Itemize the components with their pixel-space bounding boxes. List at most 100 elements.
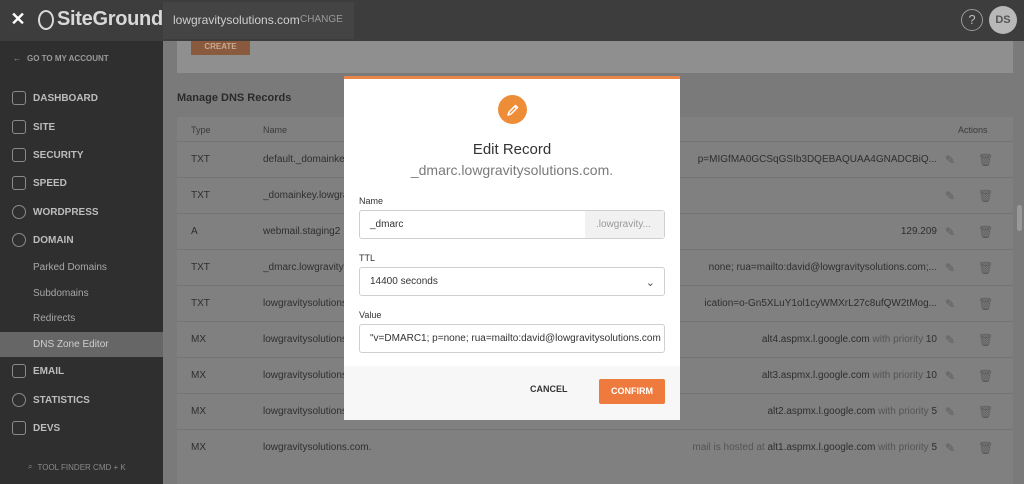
sidebar-item-site[interactable]: SITE: [0, 113, 163, 141]
create-record-card: CREATE: [177, 41, 1013, 73]
sidebar-item-dns-zone-editor[interactable]: DNS Zone Editor: [0, 332, 163, 357]
globe-icon: [12, 233, 26, 247]
edit-icon[interactable]: ✎: [945, 333, 955, 347]
sidebar-item-subdomains[interactable]: Subdomains: [0, 281, 163, 306]
page-scrollbar[interactable]: [1017, 205, 1022, 231]
search-icon: ⌕: [28, 462, 33, 471]
record-name: lowgravitysolutions: [263, 370, 347, 381]
ttl-select[interactable]: 14400 seconds ⌄: [359, 267, 665, 296]
logo-mark-icon: [38, 9, 54, 30]
sidebar-item-speed[interactable]: SPEED: [0, 169, 163, 197]
edit-icon[interactable]: ✎: [945, 405, 955, 419]
help-icon[interactable]: ?: [961, 9, 983, 31]
record-priority: 5: [931, 442, 937, 453]
column-header-actions: Actions: [958, 125, 988, 135]
edit-icon[interactable]: ✎: [945, 369, 955, 383]
sidebar-item-label: DASHBOARD: [33, 92, 98, 104]
sidebar-item-label: EMAIL: [33, 365, 65, 377]
record-type: MX: [191, 442, 206, 453]
edit-icon[interactable]: ✎: [945, 225, 955, 239]
cancel-button[interactable]: CANCEL: [530, 384, 568, 394]
sidebar-item-parked-domains[interactable]: Parked Domains: [0, 255, 163, 280]
ttl-select-value: 14400 seconds: [370, 276, 438, 287]
record-name: webmail.staging2: [263, 226, 341, 237]
edit-icon[interactable]: ✎: [945, 261, 955, 275]
record-type: MX: [191, 406, 206, 417]
record-value-text: alt3.aspmx.l.google.com: [761, 370, 870, 381]
trash-icon[interactable]: 🗑: [978, 333, 993, 347]
sidebar-item-email[interactable]: EMAIL: [0, 357, 163, 385]
chart-icon: [12, 393, 26, 407]
edit-icon[interactable]: ✎: [945, 297, 955, 311]
edit-icon[interactable]: ✎: [945, 153, 955, 167]
record-name: lowgravitysolutions: [263, 334, 347, 345]
trash-icon[interactable]: 🗑: [978, 189, 993, 203]
trash-icon[interactable]: 🗑: [978, 369, 993, 383]
record-value: mail is hosted at alt1.aspmx.l.google.co…: [605, 442, 937, 453]
siteground-logo[interactable]: SiteGround: [38, 8, 163, 31]
value-field-label: Value: [359, 310, 382, 320]
sidebar-item-security[interactable]: SECURITY: [0, 141, 163, 169]
edit-icon[interactable]: ✎: [945, 441, 955, 455]
pencil-icon: [498, 95, 527, 124]
avatar[interactable]: DS: [989, 6, 1017, 34]
name-field-value: _dmarc: [370, 219, 404, 230]
sidebar-item-wordpress[interactable]: WORDPRESS: [0, 198, 163, 226]
site-selector[interactable]: lowgravitysolutions.com CHANGE: [163, 2, 354, 39]
record-value-dim: with priority: [872, 370, 924, 381]
tool-finder[interactable]: ⌕ TOOL FINDER CMD + K: [28, 462, 126, 472]
record-priority: 10: [925, 370, 937, 381]
record-value-text: alt1.aspmx.l.google.com: [767, 442, 876, 453]
sidebar-item-redirects[interactable]: Redirects: [0, 306, 163, 331]
value-field-value: "v=DMARC1; p=none; rua=mailto:david@lowg…: [370, 333, 661, 344]
sidebar-subitem-label: Redirects: [33, 313, 76, 324]
back-link-label: GO TO MY ACCOUNT: [27, 54, 109, 63]
trash-icon[interactable]: 🗑: [978, 297, 993, 311]
column-header-type: Type: [191, 125, 211, 135]
confirm-button[interactable]: CONFIRM: [599, 379, 665, 404]
record-type: MX: [191, 370, 206, 381]
table-row: MX lowgravitysolutions.com. mail is host…: [177, 429, 1013, 465]
trash-icon[interactable]: 🗑: [978, 441, 993, 455]
close-icon[interactable]: ✕: [9, 9, 27, 29]
sidebar-item-statistics[interactable]: STATISTICS: [0, 386, 163, 414]
record-priority: 5: [931, 406, 937, 417]
trash-icon[interactable]: 🗑: [978, 225, 993, 239]
change-site-button[interactable]: CHANGE: [300, 14, 343, 25]
sidebar-item-label: STATISTICS: [33, 394, 90, 406]
create-button[interactable]: CREATE: [191, 41, 250, 55]
trash-icon[interactable]: 🗑: [978, 153, 993, 167]
go-to-my-account-link[interactable]: ← GO TO MY ACCOUNT: [13, 54, 109, 63]
record-name: lowgravitysolutions: [263, 406, 347, 417]
record-type: TXT: [191, 190, 210, 201]
value-field[interactable]: "v=DMARC1; p=none; rua=mailto:david@lowg…: [359, 324, 665, 353]
sidebar-item-devs[interactable]: DEVS: [0, 414, 163, 442]
edit-record-dialog: Edit Record _dmarc.lowgravitysolutions.c…: [344, 76, 680, 420]
record-value-text: alt4.aspmx.l.google.com: [761, 334, 870, 345]
sidebar-item-domain[interactable]: DOMAIN: [0, 226, 163, 254]
record-name: lowgravitysolutions.com.: [263, 442, 372, 453]
record-name: default._domainkey: [263, 154, 347, 165]
dialog-footer: CANCEL CONFIRM: [344, 366, 680, 420]
sidebar-item-label: SECURITY: [33, 149, 84, 161]
sidebar-item-dashboard[interactable]: DASHBOARD: [0, 84, 163, 112]
name-field[interactable]: _dmarc .lowgravity...: [359, 210, 665, 239]
record-value-text: ication=o-Gn5XLuY1ol1cyWMXrL27c8ufQW2tMo…: [704, 298, 937, 309]
record-value-dim: with priority: [878, 406, 929, 417]
edit-icon[interactable]: ✎: [945, 189, 955, 203]
sidebar-item-label: SPEED: [33, 177, 67, 189]
sidebar: ← GO TO MY ACCOUNT DASHBOARD SITE SECURI…: [0, 41, 163, 484]
dashboard-icon: [12, 91, 26, 105]
record-value-text: none; rua=mailto:david@lowgravitysolutio…: [708, 262, 937, 273]
record-value-text: alt2.aspmx.l.google.com: [767, 406, 876, 417]
record-value-dim: mail is hosted at: [692, 442, 765, 453]
record-type: MX: [191, 334, 206, 345]
sidebar-item-label: SITE: [33, 121, 56, 133]
record-priority: 10: [925, 334, 937, 345]
record-name: _dmarc.lowgravity: [263, 262, 344, 273]
tool-finder-label: TOOL FINDER CMD + K: [37, 462, 126, 472]
trash-icon[interactable]: 🗑: [978, 405, 993, 419]
domain-suffix: .lowgravity...: [585, 211, 664, 238]
record-type: TXT: [191, 298, 210, 309]
trash-icon[interactable]: 🗑: [978, 261, 993, 275]
